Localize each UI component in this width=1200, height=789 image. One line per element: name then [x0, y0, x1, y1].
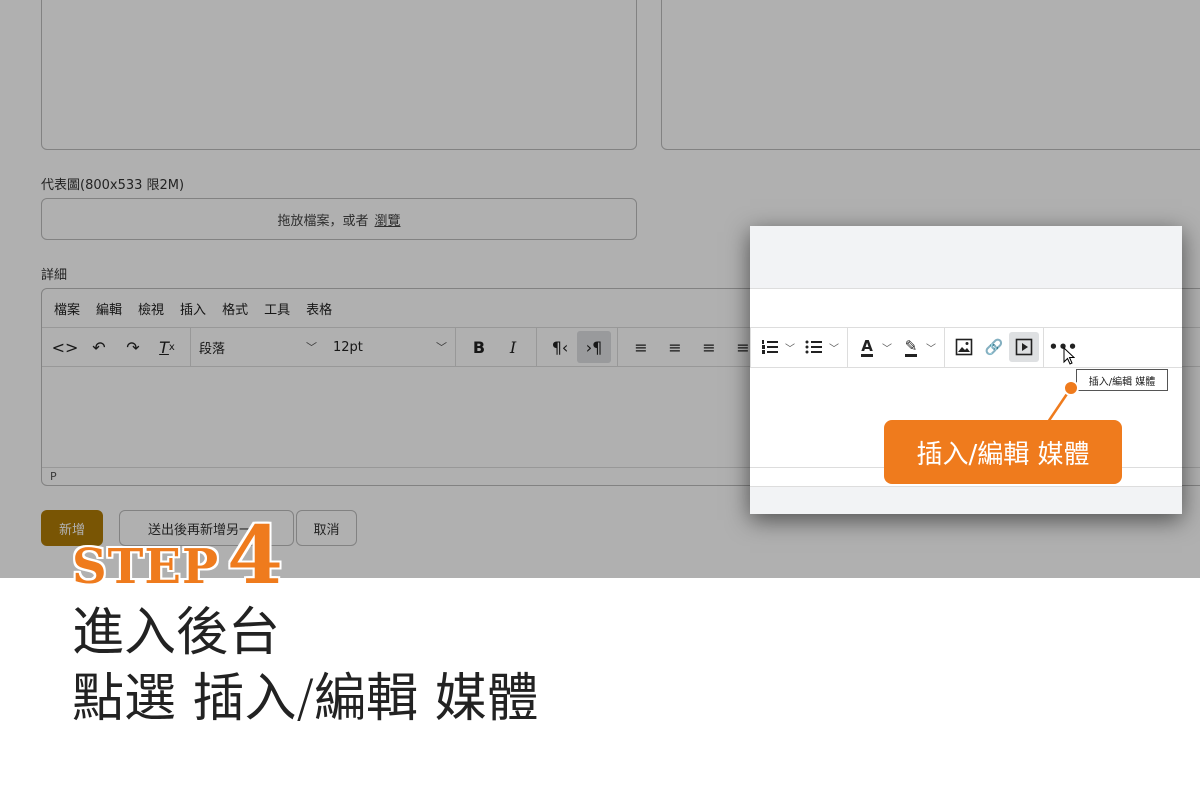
- mouse-cursor-icon: [1063, 346, 1076, 369]
- link-icon[interactable]: 🔗: [979, 332, 1009, 362]
- step-number: 4: [227, 508, 283, 602]
- numbered-list-icon[interactable]: [755, 332, 785, 362]
- step-heading: STEP 4: [72, 508, 283, 602]
- callout-label: 插入/編輯 媒體: [884, 420, 1122, 484]
- tutorial-screenshot: 代表圖(800x533 限2M) 拖放檔案，或者 瀏覽 詳細 檔案 編輯 檢視 …: [0, 0, 1200, 789]
- zoom-toolbar: ﹀ ﹀ A ﹀ ✎ ﹀ 🔗 •••: [750, 327, 1182, 367]
- caption-line-2: 點選 插入/編輯 媒體: [72, 669, 539, 729]
- zoom-bottom-band: [750, 486, 1182, 514]
- bullet-list-icon[interactable]: [799, 332, 829, 362]
- divider: [750, 288, 1182, 289]
- chevron-down-icon[interactable]: ﹀: [785, 340, 795, 355]
- highlight-color-icon[interactable]: ✎: [896, 332, 926, 362]
- text-color-icon[interactable]: A: [852, 332, 882, 362]
- chevron-down-icon[interactable]: ﹀: [926, 340, 936, 355]
- image-icon[interactable]: [949, 332, 979, 362]
- caption-line-1: 進入後台: [72, 603, 281, 663]
- zoom-top-band: [750, 226, 1182, 289]
- callout-pointer: [1046, 380, 1079, 423]
- media-tooltip: 插入/編輯 媒體: [1076, 369, 1168, 391]
- step-word: STEP: [72, 539, 220, 595]
- chevron-down-icon[interactable]: ﹀: [882, 340, 892, 355]
- instruction-caption: 進入後台 點選 插入/編輯 媒體: [72, 600, 539, 732]
- divider: [750, 367, 1182, 368]
- media-icon[interactable]: [1009, 332, 1039, 362]
- chevron-down-icon[interactable]: ﹀: [829, 340, 839, 355]
